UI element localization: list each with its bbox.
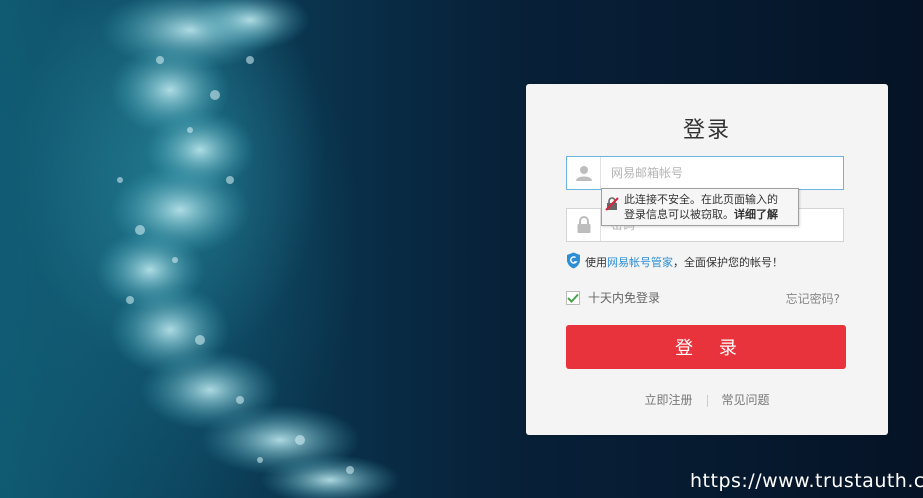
lock-icon: [567, 209, 601, 241]
faq-link[interactable]: 常见问题: [722, 393, 770, 407]
account-manager-link[interactable]: 网易帐号管家: [607, 254, 673, 270]
username-field[interactable]: [566, 156, 844, 190]
remember-me[interactable]: 十天内免登录: [566, 289, 660, 306]
user-icon: [567, 157, 601, 189]
tooltip-line-1: 此连接不安全。在此页面输入的: [624, 193, 778, 206]
watermark-url: https://www.trustauth.cn: [690, 470, 923, 492]
shield-icon: [566, 252, 581, 272]
footer-links: 立即注册 常见问题: [526, 391, 888, 408]
tooltip-line-2: 登录信息可以被窃取。: [624, 208, 734, 221]
insecure-lock-icon: [605, 197, 619, 215]
login-button[interactable]: 登 录: [566, 325, 846, 369]
checkmark-icon: [567, 293, 579, 303]
link-divider: [706, 394, 708, 407]
username-input[interactable]: [611, 157, 831, 189]
protect-prefix: 使用: [585, 256, 607, 269]
forgot-password-link[interactable]: 忘记密码?: [786, 290, 840, 307]
remember-label: 十天内免登录: [588, 291, 661, 305]
login-panel: 登录 此连接不安全。在此页面输入的 登录信息可以被窃取。详细了解: [526, 84, 888, 435]
protect-suffix: ，全面保护您的帐号！: [673, 256, 783, 269]
remember-checkbox[interactable]: [566, 290, 580, 305]
register-link[interactable]: 立即注册: [644, 393, 692, 407]
login-title: 登录: [682, 118, 731, 143]
account-protection-notice: 使用 网易帐号管家 ，全面保护您的帐号！: [566, 252, 783, 272]
learn-more-link[interactable]: 详细了解: [734, 208, 778, 221]
insecure-connection-tooltip: 此连接不安全。在此页面输入的 登录信息可以被窃取。详细了解: [601, 188, 799, 226]
